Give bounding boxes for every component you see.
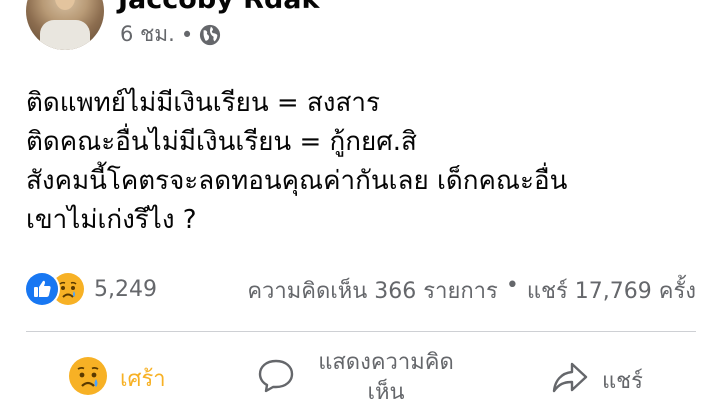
comment-icon [256,356,296,400]
comment-button[interactable]: แสดงความคิดเห็น [256,348,466,408]
share-label: แชร์ [602,368,643,394]
react-button[interactable]: เศร้า [68,356,166,400]
post-stats: ความคิดเห็น 366 รายการ • แชร์ 17,769 ครั… [247,273,696,308]
like-icon [24,271,60,307]
share-count[interactable]: แชร์ 17,769 ครั้ง [527,273,696,308]
post-time[interactable]: 6 ชม. [120,18,175,51]
avatar-face [55,0,75,10]
meta-separator: • [180,22,194,47]
stats-separator: • [505,273,519,298]
post-meta: 6 ชม. • [120,18,221,51]
post-body: ติดแพทย์ไม่มีเงินเรียน = สงสาร ติดคณะอื่… [26,84,706,240]
sad-icon [68,356,108,400]
post-line: เขาไม่เก่งรึไง ? [26,205,197,235]
divider [26,331,696,332]
reaction-count: 5,249 [94,276,157,302]
avatar-shirt [40,20,90,50]
author-name[interactable]: Jaccoby Rdak [118,0,319,15]
post-line: ติดคณะอื่นไม่มีเงินเรียน = กู้กยศ.สิ [26,127,417,157]
react-label: เศร้า [120,366,166,392]
comment-label: แสดงความคิดเห็น [318,350,454,405]
globe-icon[interactable] [199,24,221,46]
share-icon [550,358,590,402]
share-button[interactable]: แชร์ [550,358,643,402]
comment-count[interactable]: ความคิดเห็น 366 รายการ [247,273,498,308]
post-line: ติดแพทย์ไม่มีเงินเรียน = สงสาร [26,88,380,118]
author-avatar[interactable] [26,0,104,50]
post-line: สังคมนี้โคตรจะลดทอนคุณค่ากันเลย เด็กคณะอ… [26,166,568,196]
reaction-summary[interactable]: 5,249 [24,271,157,307]
